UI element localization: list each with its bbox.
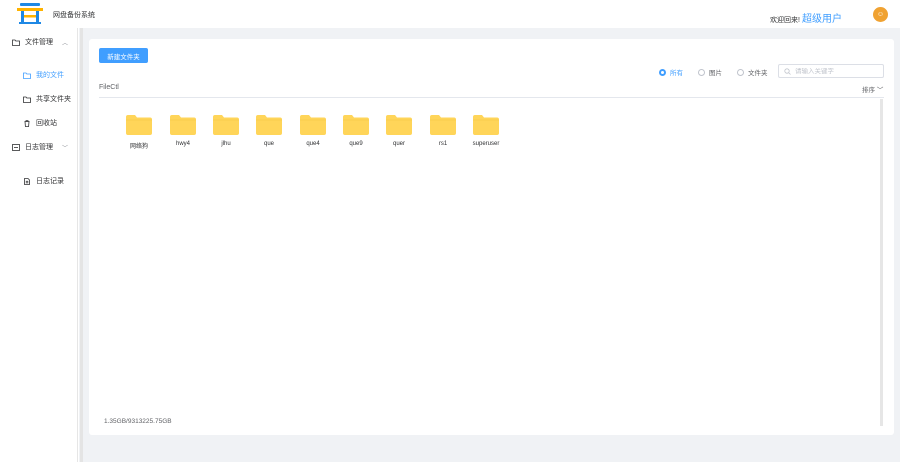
sidebar-item-label: 共享文件夹 xyxy=(36,96,71,103)
welcome-label: 欢迎回来! xyxy=(770,17,800,24)
folder-open-icon xyxy=(23,96,31,103)
chevron-down-icon: ﹀ xyxy=(62,145,69,152)
radio-icon xyxy=(698,68,705,76)
filter-all-radio[interactable]: 所有 xyxy=(659,67,683,77)
folder-item[interactable]: rs1 xyxy=(421,115,465,147)
filter-label: 文件夹 xyxy=(748,70,768,77)
trash-icon xyxy=(24,119,30,127)
search-box xyxy=(778,64,884,78)
app-title: 网盘备份系统 xyxy=(53,12,95,19)
log-icon xyxy=(12,143,20,151)
radio-checked-icon xyxy=(659,68,666,76)
folder-item[interactable]: hwy4 xyxy=(161,115,205,147)
folder-icon xyxy=(430,115,456,135)
sidebar-item-label: 我的文件 xyxy=(36,72,64,79)
sidebar-item-label: 日志记录 xyxy=(36,178,64,185)
folder-name: 网络狗 xyxy=(129,144,148,150)
filter-images-radio[interactable]: 图片 xyxy=(698,67,722,77)
folder-item[interactable]: que4 xyxy=(291,115,335,147)
folder-icon xyxy=(300,115,326,135)
folder-item[interactable]: superuser xyxy=(464,115,508,147)
sidebar-group-label: 文件管理 xyxy=(25,39,53,46)
storage-usage: 1.35GB/9313225.75GB xyxy=(104,418,172,425)
chevron-down-icon: ﹀ xyxy=(876,87,884,94)
folder-icon xyxy=(170,115,196,135)
sidebar-scrollbar[interactable] xyxy=(80,28,83,462)
folder-item[interactable]: que xyxy=(247,115,291,147)
filter-radio-group: 所有 图片 文件夹 xyxy=(659,67,783,77)
sidebar-item-recycle-bin[interactable]: 回收站 xyxy=(0,116,78,130)
folder-name: hwy4 xyxy=(175,141,190,147)
new-folder-button[interactable]: 新建文件夹 xyxy=(99,48,148,63)
folder-item[interactable]: jlhu xyxy=(204,115,248,147)
folder-name: quer xyxy=(392,141,405,147)
divider xyxy=(99,97,884,98)
sort-dropdown[interactable]: 排序 ﹀ xyxy=(862,84,883,94)
sort-label: 排序 xyxy=(862,87,875,94)
folder-name: que9 xyxy=(349,141,363,147)
filter-label: 所有 xyxy=(670,70,683,77)
app-logo xyxy=(17,3,43,24)
folder-name: jlhu xyxy=(221,141,231,147)
sidebar-group-label: 日志管理 xyxy=(25,144,53,151)
filter-folders-radio[interactable]: 文件夹 xyxy=(737,67,768,77)
folder-icon xyxy=(386,115,412,135)
folder-item[interactable]: 网络狗 xyxy=(117,115,161,150)
folder-item[interactable]: que9 xyxy=(334,115,378,147)
breadcrumb[interactable]: FileCtl xyxy=(99,84,119,91)
avatar[interactable]: ☺ xyxy=(873,7,888,22)
chevron-up-icon: ︿ xyxy=(62,40,69,47)
sidebar-group-file-management[interactable]: 文件管理 ︿ xyxy=(0,35,78,49)
folder-icon xyxy=(473,115,499,135)
user-name[interactable]: 超级用户 xyxy=(802,10,842,25)
folder-icon xyxy=(126,115,152,135)
folder-name: que4 xyxy=(306,141,320,147)
sidebar-item-label: 回收站 xyxy=(36,120,57,127)
sidebar-item-my-files[interactable]: 我的文件 xyxy=(0,68,78,82)
welcome-text: 欢迎回来! 超级用户 xyxy=(770,10,842,25)
document-icon xyxy=(24,177,30,185)
folder-icon xyxy=(12,39,20,46)
sidebar: 文件管理 ︿ 我的文件 共享文件夹 回收站 日志管理 ﹀ 日志记录 xyxy=(0,28,78,462)
sidebar-group-log-management[interactable]: 日志管理 ﹀ xyxy=(0,140,78,154)
sidebar-item-shared-folder[interactable]: 共享文件夹 xyxy=(0,92,78,106)
search-input[interactable] xyxy=(795,67,875,75)
folder-icon xyxy=(343,115,369,135)
content-scrollbar[interactable] xyxy=(880,99,883,426)
filter-label: 图片 xyxy=(709,70,722,77)
folder-name: que xyxy=(263,141,274,147)
folder-icon xyxy=(256,115,282,135)
folder-name: rs1 xyxy=(438,141,448,147)
folder-open-icon xyxy=(23,72,31,79)
folder-name: superuser xyxy=(472,141,500,147)
folder-item[interactable]: quer xyxy=(377,115,421,147)
avatar-icon: ☺ xyxy=(876,11,885,18)
folder-icon xyxy=(213,115,239,135)
header: 网盘备份系统 欢迎回来! 超级用户 ☺ xyxy=(0,0,900,28)
radio-icon xyxy=(737,68,744,76)
file-panel: 新建文件夹 所有 图片 文件夹 FileCtl 排序 ﹀ 网络狗 hwy4 xyxy=(89,39,894,435)
sidebar-item-log-records[interactable]: 日志记录 xyxy=(0,174,78,188)
search-icon xyxy=(784,67,791,75)
